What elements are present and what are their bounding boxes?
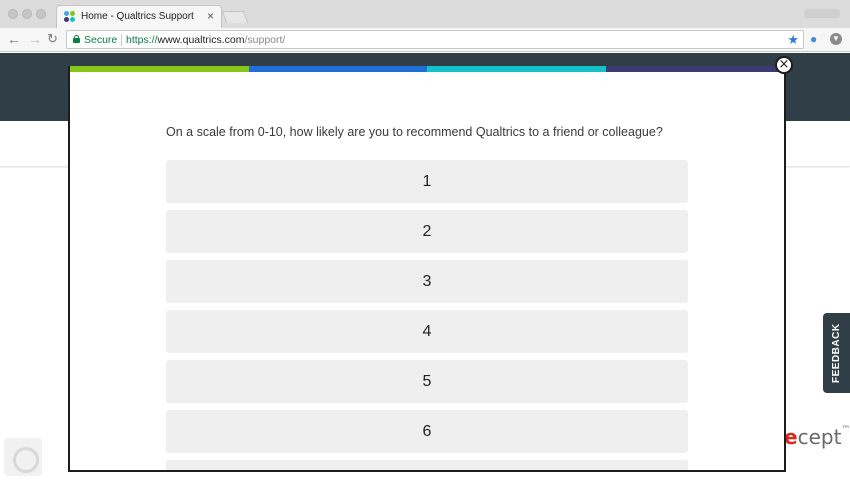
strip-segment-teal — [427, 66, 606, 72]
nps-option-1[interactable]: 1 — [166, 160, 688, 203]
survey-question: On a scale from 0-10, how likely are you… — [166, 125, 663, 139]
url-protocol: https:// — [126, 34, 158, 46]
nps-option-3[interactable]: 3 — [166, 260, 688, 303]
back-arrow-icon[interactable]: ← — [7, 31, 21, 47]
nps-option-2[interactable]: 2 — [166, 210, 688, 253]
tab-close-icon[interactable]: × — [207, 9, 214, 23]
secure-label: Secure — [84, 34, 118, 46]
modal-close-icon[interactable]: × — [775, 56, 793, 74]
extension-download-icon[interactable]: ▼ — [830, 33, 842, 45]
logo-trademark: ™ — [841, 425, 850, 435]
nps-option-next-partial[interactable] — [166, 460, 688, 470]
window-minimize-dot[interactable] — [22, 9, 32, 19]
profile-button[interactable] — [804, 9, 840, 18]
partner-logo: ecept™ — [784, 425, 850, 449]
window-zoom-dot[interactable] — [36, 9, 46, 19]
forward-arrow-icon[interactable]: → — [28, 31, 42, 47]
logo-text: cept — [797, 425, 842, 449]
tab-title: Home - Qualtrics Support — [81, 11, 194, 22]
address-bar[interactable]: Secure https://www.qualtrics.com/support… — [66, 30, 804, 49]
url-path: /support/ — [244, 34, 286, 46]
logo-letter-e: e — [784, 425, 798, 449]
nps-option-4[interactable]: 4 — [166, 310, 688, 353]
lock-icon — [73, 35, 80, 43]
reload-icon[interactable]: ↻ — [47, 31, 58, 47]
recaptcha-icon — [4, 438, 42, 476]
strip-segment-green — [70, 66, 249, 72]
qualtrics-favicon-icon — [64, 11, 76, 23]
url-host: www.qualtrics.com — [157, 34, 245, 46]
window-close-dot[interactable] — [8, 9, 18, 19]
browser-titlebar: Home - Qualtrics Support × — [0, 0, 850, 28]
bookmark-star-icon[interactable]: ★ — [787, 32, 799, 48]
feedback-label[interactable]: FEEDBACK — [824, 313, 850, 393]
browser-toolbar: ← → ↻ Secure https://www.qualtrics.com/s… — [0, 28, 850, 52]
survey-modal: On a scale from 0-10, how likely are you… — [68, 66, 786, 472]
url-text[interactable]: https://www.qualtrics.com/support/ — [126, 34, 285, 46]
strip-segment-blue — [248, 66, 427, 72]
strip-segment-indigo — [605, 66, 784, 72]
new-tab-button[interactable] — [221, 11, 249, 23]
modal-color-strip — [70, 66, 784, 72]
address-divider — [121, 34, 122, 46]
paw-extension-icon[interactable]: ● — [810, 32, 817, 46]
browser-tab-active[interactable]: Home - Qualtrics Support × — [56, 5, 222, 28]
nps-option-6[interactable]: 6 — [166, 410, 688, 453]
nps-option-5[interactable]: 5 — [166, 360, 688, 403]
